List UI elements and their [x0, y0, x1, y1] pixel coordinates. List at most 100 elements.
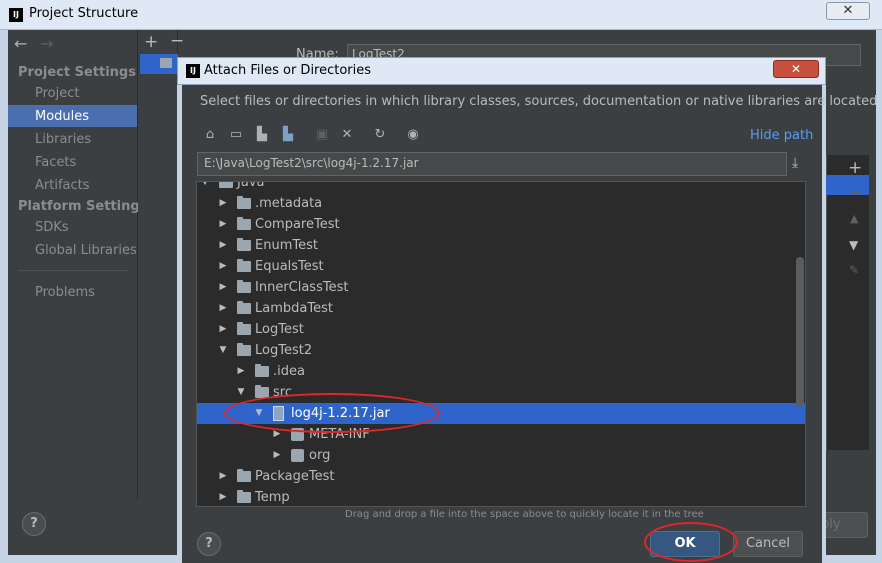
sidebar-item-global-libraries[interactable]: Global Libraries — [35, 243, 137, 258]
dialog-help-button[interactable]: ? — [197, 532, 221, 556]
folder-icon — [237, 322, 251, 335]
tree-row-label: EnumTest — [255, 238, 318, 253]
delete-icon[interactable]: ✕ — [338, 126, 356, 144]
dialog-intellij-logo-icon: IJ — [186, 64, 200, 78]
path-input[interactable]: E:\Java\LogTest2\src\log4j-1.2.17.jar — [197, 152, 787, 176]
folder-icon — [237, 238, 251, 251]
tree-row[interactable]: ▶ Temp — [197, 487, 797, 506]
module-folder-icon — [160, 58, 172, 68]
intellij-logo-icon: IJ — [9, 8, 23, 22]
collapsed-arrow-icon[interactable]: ▶ — [217, 487, 229, 506]
collapsed-arrow-icon[interactable]: ▶ — [217, 193, 229, 214]
section-title-project-settings: Project Settings — [18, 65, 136, 80]
tree-row[interactable]: ▼ Java — [197, 181, 797, 193]
collapsed-arrow-icon[interactable]: ▶ — [271, 445, 283, 466]
folder-icon — [237, 280, 251, 293]
tree-row[interactable]: ▶ LogTest — [197, 319, 797, 340]
move-down-icon[interactable]: ▼ — [849, 238, 858, 252]
dialog-description: Select files or directories in which lib… — [200, 94, 878, 109]
project-folder-icon[interactable]: ▙ — [253, 126, 271, 144]
collapsed-arrow-icon[interactable]: ▶ — [217, 319, 229, 340]
window-title: Project Structure — [29, 6, 139, 21]
hide-path-link[interactable]: Hide path — [750, 128, 813, 143]
remove-dependency-icon[interactable]: − — [848, 183, 862, 203]
tree-row-label: Temp — [255, 490, 290, 505]
dialog-titlebar: IJ Attach Files or Directories ✕ — [177, 57, 826, 85]
tree-row[interactable]: ▶ org — [197, 445, 797, 466]
window-frame-right — [876, 30, 882, 563]
cancel-button[interactable]: Cancel — [733, 531, 803, 557]
tree-row-label: PackageTest — [255, 469, 335, 484]
expanded-arrow-icon[interactable]: ▼ — [235, 382, 247, 403]
package-icon — [291, 449, 304, 462]
project-structure-titlebar: IJ Project Structure ✕ — [0, 0, 882, 30]
collapsed-arrow-icon[interactable]: ▶ — [217, 235, 229, 256]
folder-icon — [237, 469, 251, 482]
tree-row[interactable]: ▶ EqualsTest — [197, 256, 797, 277]
tree-row[interactable]: ▶ CompareTest — [197, 214, 797, 235]
sidebar-item-modules[interactable]: Modules — [35, 109, 89, 124]
annotation-ellipse-jar — [224, 393, 440, 433]
tree-row[interactable]: ▶ PackageTest — [197, 466, 797, 487]
remove-module-icon[interactable]: − — [170, 31, 184, 51]
edit-pencil-icon[interactable]: ✎ — [849, 263, 859, 277]
tree-row-label: Java — [237, 181, 265, 190]
tree-row[interactable]: ▶ InnerClassTest — [197, 277, 797, 298]
tree-row[interactable]: ▶ .idea — [197, 361, 797, 382]
sidebar-item-libraries[interactable]: Libraries — [35, 132, 91, 147]
tree-row[interactable]: ▶ EnumTest — [197, 235, 797, 256]
outer-help-button[interactable]: ? — [22, 512, 46, 536]
tree-row[interactable]: ▶ LambdaTest — [197, 298, 797, 319]
module-list-selection[interactable] — [140, 54, 178, 74]
sidebar-item-project[interactable]: Project — [35, 86, 79, 101]
folder-icon — [237, 217, 251, 230]
move-up-icon[interactable]: ▲ — [850, 212, 858, 225]
dialog-close-button[interactable]: ✕ — [773, 60, 819, 78]
tree-row-label: LambdaTest — [255, 301, 333, 316]
sidebar-item-sdks[interactable]: SDKs — [35, 220, 69, 235]
expanded-arrow-icon[interactable]: ▼ — [199, 182, 211, 193]
tree-scrollbar[interactable] — [796, 257, 804, 407]
add-module-icon[interactable]: + — [144, 32, 158, 52]
refresh-icon[interactable]: ↻ — [371, 126, 389, 144]
folder-icon — [237, 196, 251, 209]
sidebar-item-artifacts[interactable]: Artifacts — [35, 178, 90, 193]
section-title-platform-settings: Platform Settings — [18, 199, 148, 214]
tree-row-label: .metadata — [255, 196, 323, 211]
desktop-icon[interactable]: ▭ — [227, 126, 245, 144]
collapsed-arrow-icon[interactable]: ▶ — [217, 214, 229, 235]
back-arrow-icon[interactable]: ← — [14, 34, 27, 53]
home-icon[interactable]: ⌂ — [201, 126, 219, 144]
collapsed-arrow-icon[interactable]: ▶ — [235, 361, 247, 382]
new-folder-icon[interactable]: ▣ — [313, 126, 331, 144]
tree-row[interactable]: ▼ LogTest2 — [197, 340, 797, 361]
collapsed-arrow-icon[interactable]: ▶ — [217, 466, 229, 487]
collapsed-arrow-icon[interactable]: ▶ — [217, 277, 229, 298]
add-dependency-icon[interactable]: + — [848, 158, 862, 178]
tree-row-label: CompareTest — [255, 217, 340, 232]
tree-row-label: .idea — [273, 364, 305, 379]
collapsed-arrow-icon[interactable]: ▶ — [217, 256, 229, 277]
folder-icon — [255, 364, 269, 377]
dialog-title: Attach Files or Directories — [204, 63, 372, 78]
tree-row-label: org — [309, 448, 331, 463]
expanded-arrow-icon[interactable]: ▼ — [217, 340, 229, 361]
sidebar-item-facets[interactable]: Facets — [35, 155, 76, 170]
annotation-ellipse-ok — [644, 522, 738, 562]
tree-row-label: LogTest2 — [255, 343, 313, 358]
tree-row[interactable]: ▶ .metadata — [197, 193, 797, 214]
download-path-icon[interactable]: ⤓ — [792, 155, 798, 171]
tree-row-label: InnerClassTest — [255, 280, 349, 295]
forward-arrow-icon[interactable]: → — [40, 34, 53, 53]
collapsed-arrow-icon[interactable]: ▶ — [217, 298, 229, 319]
window-frame-left — [0, 30, 8, 563]
folder-icon — [237, 259, 251, 272]
show-hidden-icon[interactable]: ◉ — [404, 126, 422, 144]
sidebar-item-problems[interactable]: Problems — [35, 285, 95, 300]
module-folder-nav-icon[interactable]: ▙ — [279, 126, 297, 144]
folder-icon — [219, 182, 233, 188]
window-close-button[interactable]: ✕ — [826, 2, 870, 20]
file-tree[interactable]: ▼ Java ▶ .metadata ▶ CompareTest ▶ EnumTest ▶ Equ… — [196, 181, 806, 507]
modules-list-panel — [138, 30, 178, 500]
sidebar-divider — [18, 270, 128, 271]
